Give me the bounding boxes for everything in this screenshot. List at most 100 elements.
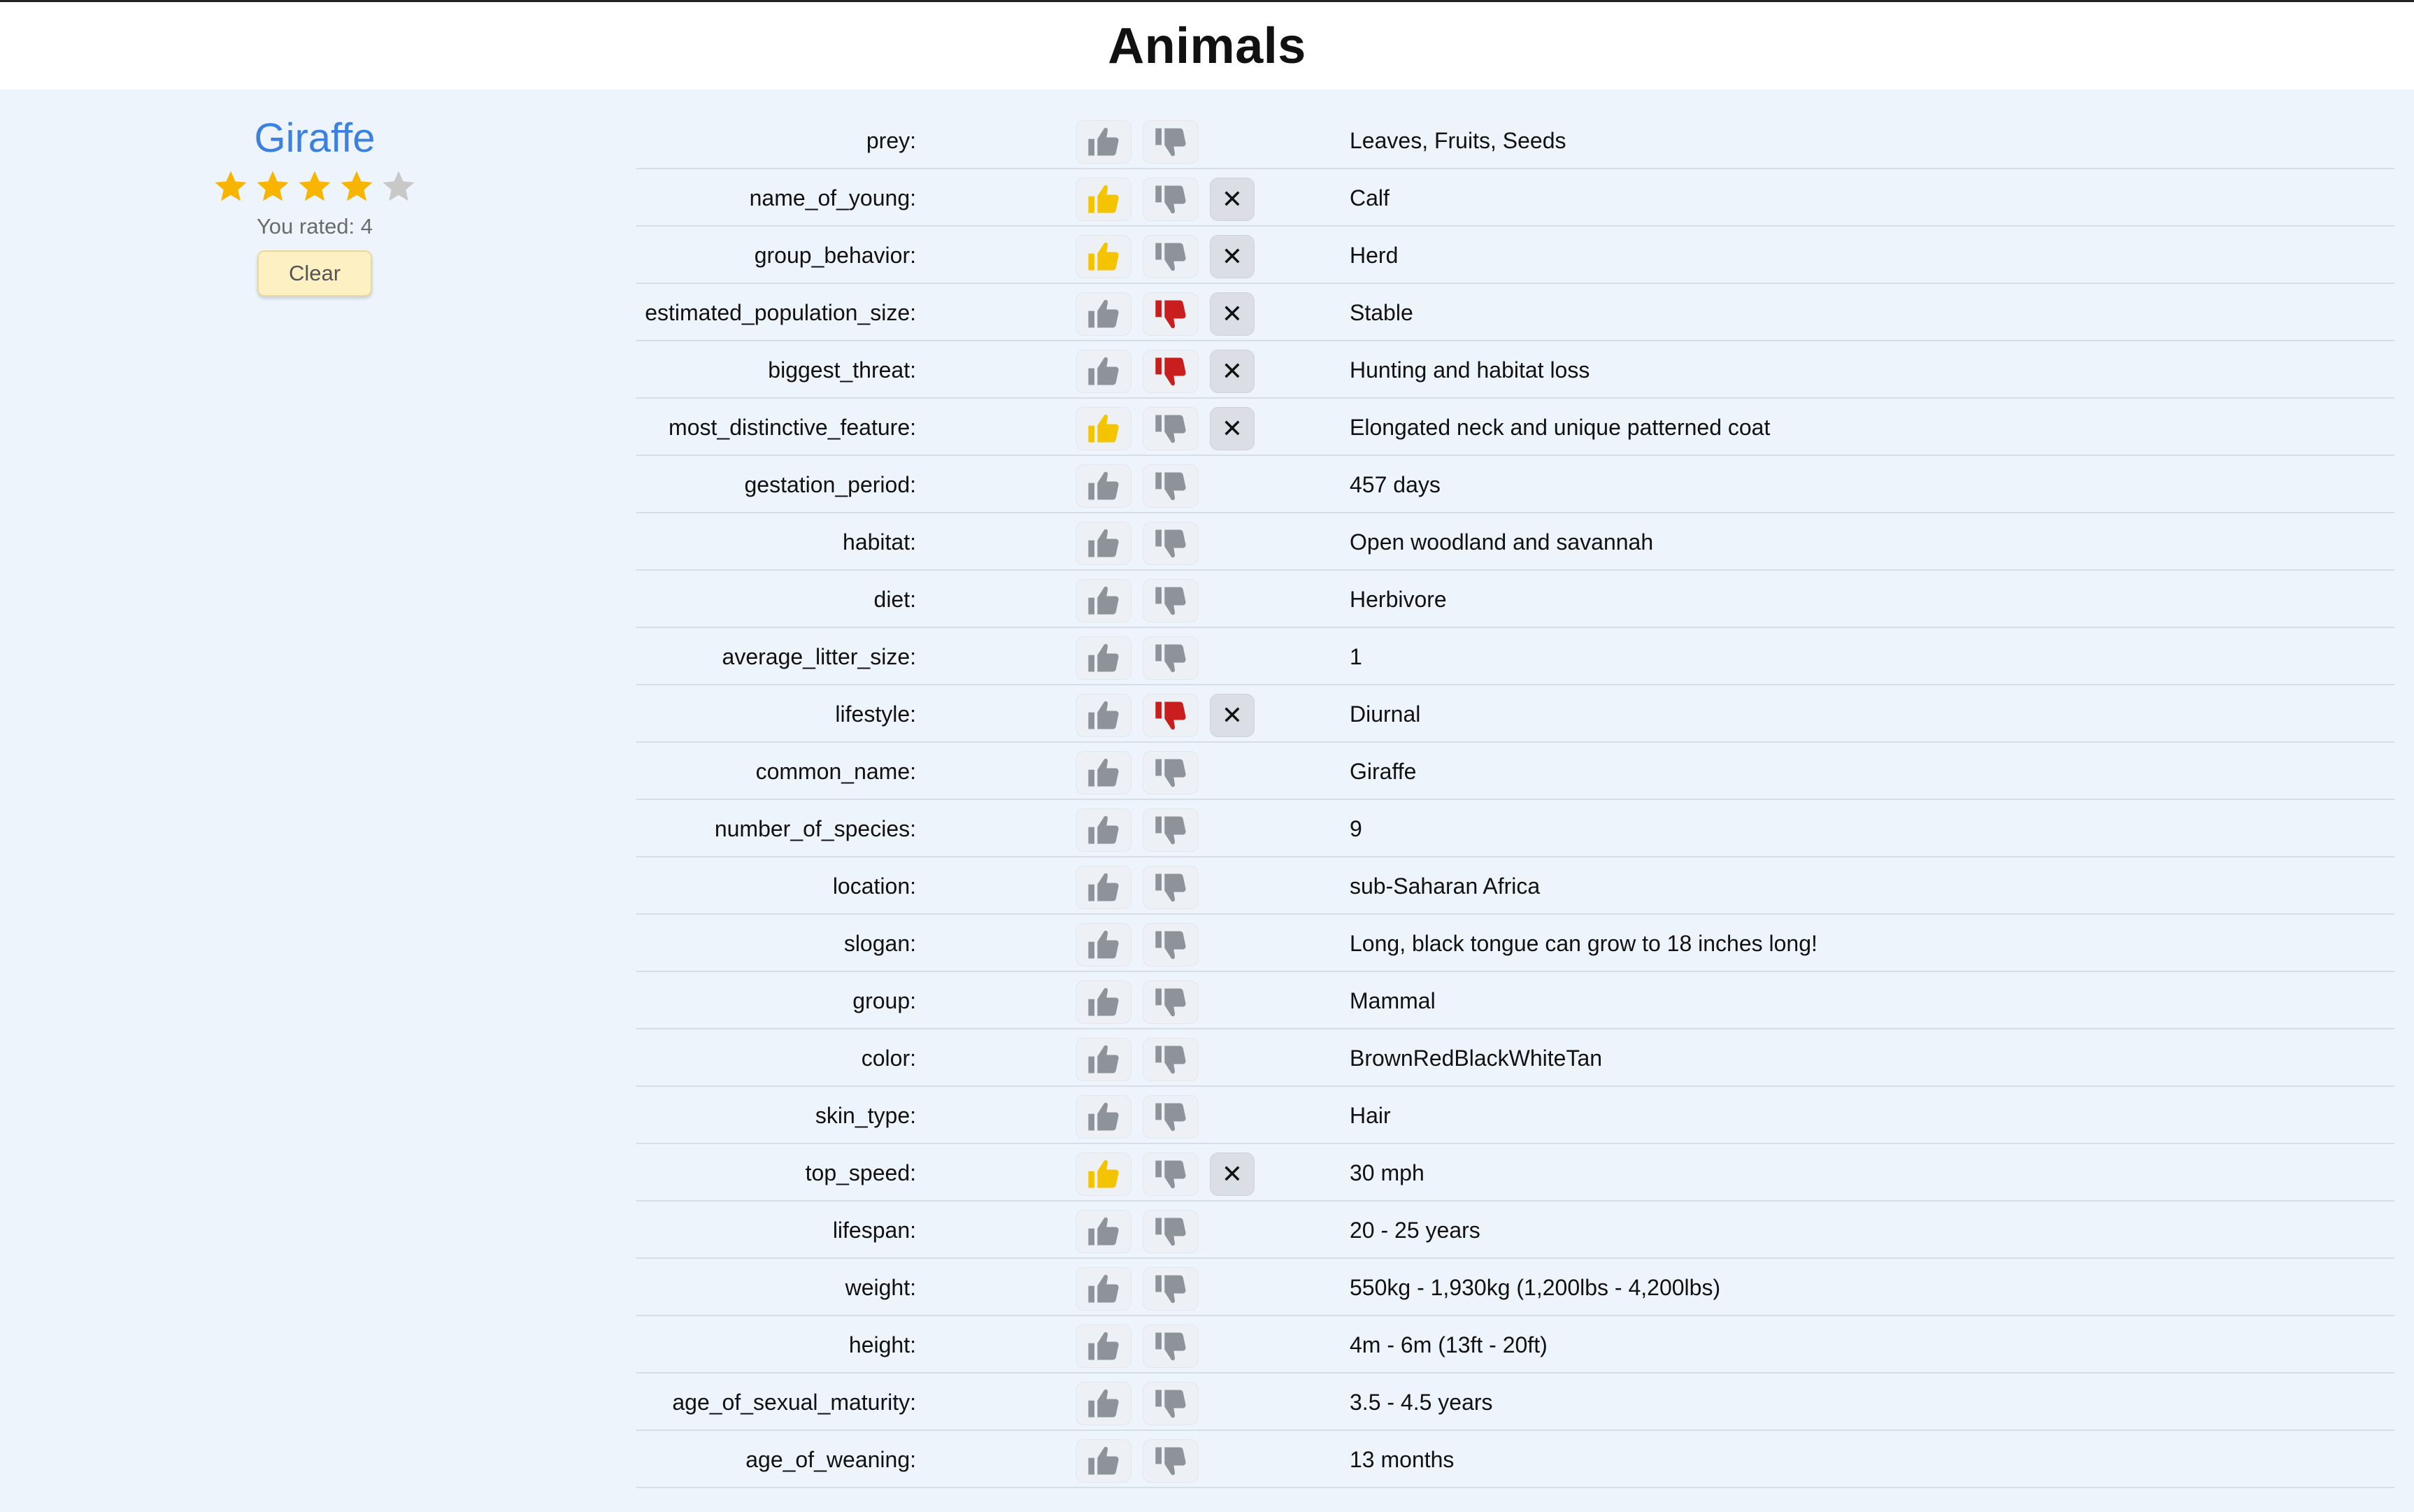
thumbs-up-button[interactable] <box>1076 808 1131 852</box>
thumbs-up-button[interactable] <box>1076 1267 1131 1311</box>
thumbs-down-button[interactable] <box>1143 866 1199 909</box>
attribute-value: Herbivore <box>1350 587 1447 612</box>
thumbs-up-button[interactable] <box>1076 923 1131 967</box>
attribute-value: sub-Saharan Africa <box>1350 873 1541 899</box>
thumbs-down-icon <box>1155 1390 1186 1418</box>
thumbs-down-button[interactable] <box>1143 1382 1199 1425</box>
thumbs-down-button[interactable] <box>1143 1267 1199 1311</box>
thumbs-down-button[interactable] <box>1143 235 1199 278</box>
thumbs-up-button[interactable] <box>1076 579 1131 622</box>
thumbs-down-button[interactable] <box>1143 636 1199 680</box>
thumbs-up-button[interactable] <box>1076 1038 1131 1081</box>
clear-rating-button[interactable]: Clear <box>257 250 372 297</box>
attribute-row: habitat: Open woodland and savannah <box>636 513 2394 571</box>
thumbs-up-button[interactable] <box>1076 866 1131 909</box>
attribute-row: skin_type: Hair <box>636 1087 2394 1144</box>
attribute-key: location: <box>832 873 916 899</box>
thumbs-up-icon <box>1088 242 1119 271</box>
thumbs-up-button[interactable] <box>1076 751 1131 794</box>
attribute-value: Hair <box>1350 1103 1391 1128</box>
thumbs-up-button[interactable] <box>1076 1210 1131 1253</box>
thumbs-down-button[interactable] <box>1143 1153 1199 1196</box>
thumbs-down-button[interactable] <box>1143 522 1199 565</box>
clear-vote-button[interactable]: ✕ <box>1210 235 1255 278</box>
star-filled-icon[interactable] <box>254 168 292 206</box>
thumbs-down-button[interactable] <box>1143 350 1199 393</box>
rated-text: You rated: 4 <box>256 214 373 238</box>
thumbs-down-button[interactable] <box>1143 923 1199 967</box>
animal-name-link[interactable]: Giraffe <box>203 112 427 165</box>
star-filled-icon[interactable] <box>338 168 376 206</box>
thumbs-up-button[interactable] <box>1076 522 1131 565</box>
clear-vote-button[interactable]: ✕ <box>1210 1153 1255 1196</box>
attribute-key: habitat: <box>843 529 916 555</box>
thumbs-down-button[interactable] <box>1143 1439 1199 1483</box>
star-filled-icon[interactable] <box>296 168 334 206</box>
thumbs-down-icon <box>1155 816 1186 845</box>
thumbs-down-icon <box>1155 185 1186 214</box>
attribute-row: lifestyle: ✕ Diurnal <box>636 685 2394 743</box>
thumbs-down-button[interactable] <box>1143 1325 1199 1368</box>
thumbs-up-icon <box>1088 529 1119 557</box>
star-empty-icon[interactable] <box>380 168 417 206</box>
thumbs-up-button[interactable] <box>1076 120 1131 164</box>
thumbs-up-button[interactable] <box>1076 1439 1131 1483</box>
thumbs-up-button[interactable] <box>1076 178 1131 221</box>
thumbs-down-button[interactable] <box>1143 120 1199 164</box>
thumbs-up-button[interactable] <box>1076 350 1131 393</box>
attribute-key: name_of_young: <box>749 185 916 211</box>
thumbs-up-button[interactable] <box>1076 407 1131 450</box>
thumbs-down-button[interactable] <box>1143 1210 1199 1253</box>
thumbs-down-button[interactable] <box>1143 808 1199 852</box>
thumbs-up-button[interactable] <box>1076 980 1131 1024</box>
attribute-value: Calf <box>1350 185 1390 211</box>
thumbs-down-button[interactable] <box>1143 178 1199 221</box>
attribute-value: 20 - 25 years <box>1350 1218 1480 1243</box>
thumbs-up-button[interactable] <box>1076 1095 1131 1139</box>
thumbs-up-button[interactable] <box>1076 1382 1131 1425</box>
thumbs-down-icon <box>1155 759 1186 787</box>
thumbs-up-button[interactable] <box>1076 464 1131 508</box>
thumbs-down-icon <box>1155 587 1186 615</box>
clear-vote-button[interactable]: ✕ <box>1210 292 1255 336</box>
thumbs-down-button[interactable] <box>1143 1095 1199 1139</box>
clear-vote-button[interactable]: ✕ <box>1210 407 1255 450</box>
attribute-row: group: Mammal <box>636 972 2394 1029</box>
thumbs-down-button[interactable] <box>1143 407 1199 450</box>
thumbs-down-icon <box>1155 644 1186 673</box>
thumbs-up-button[interactable] <box>1076 1325 1131 1368</box>
thumbs-down-button[interactable] <box>1143 579 1199 622</box>
attribute-key: age_of_sexual_maturity: <box>672 1390 916 1415</box>
thumbs-up-icon <box>1088 643 1119 672</box>
thumbs-up-icon <box>1088 586 1119 615</box>
thumbs-down-button[interactable] <box>1143 980 1199 1024</box>
clear-vote-button[interactable]: ✕ <box>1210 694 1255 737</box>
thumbs-up-button[interactable] <box>1076 694 1131 737</box>
thumbs-down-icon <box>1155 1332 1186 1361</box>
app-root: Animals Giraffe You rated: 4 Clear prey:… <box>0 0 2414 1512</box>
thumbs-down-button[interactable] <box>1143 751 1199 794</box>
thumbs-down-icon <box>1155 1046 1186 1074</box>
attribute-value: Leaves, Fruits, Seeds <box>1350 128 1566 153</box>
thumbs-down-button[interactable] <box>1143 464 1199 508</box>
attribute-key: estimated_population_size: <box>645 300 916 325</box>
thumbs-up-button[interactable] <box>1076 235 1131 278</box>
thumbs-down-button[interactable] <box>1143 292 1199 336</box>
thumbs-down-icon <box>1155 988 1186 1017</box>
attribute-key: slogan: <box>843 931 916 956</box>
thumbs-down-button[interactable] <box>1143 1038 1199 1081</box>
thumbs-up-button[interactable] <box>1076 292 1131 336</box>
attribute-value: 550kg - 1,930kg (1,200lbs - 4,200lbs) <box>1350 1275 1721 1300</box>
star-filled-icon[interactable] <box>212 168 250 206</box>
thumbs-down-button[interactable] <box>1143 694 1199 737</box>
attribute-key: biggest_threat: <box>768 357 916 383</box>
thumbs-up-button[interactable] <box>1076 636 1131 680</box>
attribute-table: prey: Leaves, Fruits, Seeds name_of_young:… <box>636 112 2394 1488</box>
thumbs-down-icon <box>1155 529 1186 558</box>
attribute-key: weight: <box>845 1275 916 1300</box>
thumbs-down-icon <box>1155 701 1186 730</box>
clear-vote-button[interactable]: ✕ <box>1210 350 1255 393</box>
clear-vote-button[interactable]: ✕ <box>1210 178 1255 221</box>
attribute-value: 9 <box>1350 816 1362 841</box>
thumbs-up-button[interactable] <box>1076 1153 1131 1196</box>
